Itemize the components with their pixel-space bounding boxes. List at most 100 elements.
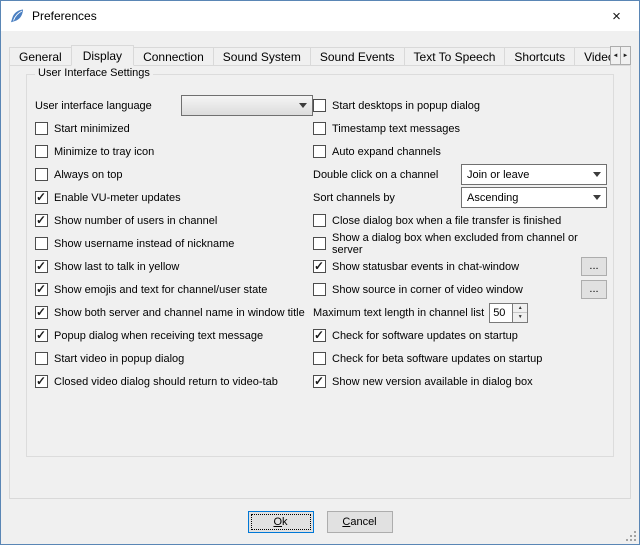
checkbox-label: Always on top: [54, 169, 122, 181]
checkbox-box: [313, 352, 326, 365]
checkbox-minimize-to-tray[interactable]: Minimize to tray icon: [35, 145, 154, 158]
checkbox-excluded-dialog[interactable]: Show a dialog box when excluded from cha…: [313, 232, 607, 256]
checkbox-check-beta-updates-startup[interactable]: Check for beta software updates on start…: [313, 352, 542, 365]
checkbox-last-to-talk-yellow[interactable]: Show last to talk in yellow: [35, 260, 179, 273]
checkbox-box: [35, 168, 48, 181]
language-label: User interface language: [35, 100, 152, 112]
checkbox-box: [35, 306, 48, 319]
checkbox-box: [35, 191, 48, 204]
checkbox-label: Check for beta software updates on start…: [332, 353, 542, 365]
checkbox-label: Check for software updates on startup: [332, 330, 518, 342]
checkbox-desktops-popup[interactable]: Start desktops in popup dialog: [313, 99, 480, 112]
tab-sound-system[interactable]: Sound System: [213, 47, 311, 66]
checkbox-box: [313, 122, 326, 135]
checkbox-box: [313, 237, 326, 250]
chevron-down-icon: [593, 195, 601, 200]
tab-general[interactable]: General: [9, 47, 72, 66]
chevron-down-icon: [593, 172, 601, 177]
video-source-row: Show source in corner of video window ..…: [313, 278, 607, 301]
tab-bar: General Display Connection Sound System …: [9, 45, 631, 66]
double-click-label: Double click on a channel: [313, 169, 438, 181]
dialog-button-bar: Ok Cancel: [1, 511, 639, 533]
left-column: User interface language Start minimized …: [35, 94, 313, 393]
preferences-window: Preferences × General Display Connection…: [0, 0, 640, 545]
checkbox-box: [35, 283, 48, 296]
double-click-select[interactable]: Join or leave: [461, 164, 607, 185]
checkbox-box: [313, 260, 326, 273]
checkbox-label: Enable VU-meter updates: [54, 192, 181, 204]
tab-sound-events[interactable]: Sound Events: [310, 47, 405, 66]
tab-display[interactable]: Display: [71, 45, 134, 66]
checkbox-label: Popup dialog when receiving text message: [54, 330, 263, 342]
checkbox-box: [35, 237, 48, 250]
window-title: Preferences: [32, 9, 97, 23]
tab-text-to-speech[interactable]: Text To Speech: [404, 47, 506, 66]
checkbox-label: Start desktops in popup dialog: [332, 100, 480, 112]
checkbox-label: Show new version available in dialog box: [332, 376, 533, 388]
checkbox-close-filetransfer-dialog[interactable]: Close dialog box when a file transfer is…: [313, 214, 561, 227]
checkbox-always-on-top[interactable]: Always on top: [35, 168, 122, 181]
cancel-button-mnemonic: C: [342, 516, 350, 528]
checkbox-box: [35, 352, 48, 365]
chevron-down-icon: [299, 103, 307, 108]
checkbox-server-channel-in-title[interactable]: Show both server and channel name in win…: [35, 306, 305, 319]
language-select[interactable]: [181, 95, 313, 116]
checkbox-box: [313, 99, 326, 112]
group-title: User Interface Settings: [35, 67, 153, 79]
checkbox-box: [313, 375, 326, 388]
spinner-buttons: ▲ ▼: [513, 303, 528, 323]
checkbox-check-updates-startup[interactable]: Check for software updates on startup: [313, 329, 518, 342]
ok-button-label: k: [282, 516, 288, 528]
ok-button[interactable]: Ok: [248, 511, 314, 533]
checkbox-label: Close dialog box when a file transfer is…: [332, 215, 561, 227]
checkbox-vu-meter-updates[interactable]: Enable VU-meter updates: [35, 191, 181, 204]
checkbox-popup-text-message[interactable]: Popup dialog when receiving text message: [35, 329, 263, 342]
double-click-row: Double click on a channel Join or leave: [313, 163, 607, 186]
checkbox-video-source-corner[interactable]: Show source in corner of video window: [313, 283, 523, 296]
cancel-button[interactable]: Cancel: [327, 511, 393, 533]
statusbar-events-config-button[interactable]: ...: [581, 257, 607, 276]
checkbox-label: Show source in corner of video window: [332, 284, 523, 296]
language-row: User interface language: [35, 94, 313, 117]
spin-up-button[interactable]: ▲: [513, 304, 527, 314]
checkbox-timestamp-messages[interactable]: Timestamp text messages: [313, 122, 460, 135]
checkbox-label: Show number of users in channel: [54, 215, 217, 227]
checkbox-label: Show username instead of nickname: [54, 238, 234, 250]
checkbox-emojis-text-state[interactable]: Show emojis and text for channel/user st…: [35, 283, 267, 296]
checkbox-label: Start video in popup dialog: [54, 353, 184, 365]
checkbox-box: [35, 329, 48, 342]
checkbox-closed-video-return-tab[interactable]: Closed video dialog should return to vid…: [35, 375, 278, 388]
tab-video[interactable]: Video: [574, 47, 613, 66]
max-text-length-row: Maximum text length in channel list ▲ ▼: [313, 301, 607, 324]
checkbox-auto-expand-channels[interactable]: Auto expand channels: [313, 145, 441, 158]
close-button[interactable]: ×: [594, 1, 639, 31]
tab-page-display: User Interface Settings User interface l…: [9, 65, 631, 499]
app-icon: [9, 8, 25, 24]
checkbox-box: [313, 214, 326, 227]
checkbox-label: Show statusbar events in chat-window: [332, 261, 519, 273]
checkbox-label: Closed video dialog should return to vid…: [54, 376, 278, 388]
max-text-length-input[interactable]: [489, 303, 513, 323]
checkbox-show-user-count[interactable]: Show number of users in channel: [35, 214, 217, 227]
tab-shortcuts[interactable]: Shortcuts: [504, 47, 575, 66]
checkbox-label: Show both server and channel name in win…: [54, 307, 305, 319]
checkbox-show-new-version-dialog[interactable]: Show new version available in dialog box: [313, 375, 533, 388]
checkbox-label: Auto expand channels: [332, 146, 441, 158]
max-text-length-label: Maximum text length in channel list: [313, 307, 484, 319]
tab-scroll-right-button[interactable]: ►: [620, 46, 631, 65]
settings-columns: User interface language Start minimized …: [27, 75, 613, 393]
video-source-config-button[interactable]: ...: [581, 280, 607, 299]
checkbox-statusbar-events[interactable]: Show statusbar events in chat-window: [313, 260, 519, 273]
checkbox-start-video-popup[interactable]: Start video in popup dialog: [35, 352, 184, 365]
checkbox-label: Timestamp text messages: [332, 123, 460, 135]
resize-grip[interactable]: [625, 530, 637, 542]
spin-down-button[interactable]: ▼: [513, 313, 527, 322]
checkbox-label: Show a dialog box when excluded from cha…: [332, 232, 607, 256]
sort-channels-select[interactable]: Ascending: [461, 187, 607, 208]
checkbox-box: [35, 145, 48, 158]
checkbox-start-minimized[interactable]: Start minimized: [35, 122, 130, 135]
tab-scroll-control: ◄ ►: [611, 46, 631, 65]
tab-connection[interactable]: Connection: [133, 47, 214, 66]
checkbox-show-username[interactable]: Show username instead of nickname: [35, 237, 234, 250]
statusbar-events-row: Show statusbar events in chat-window ...: [313, 255, 607, 278]
